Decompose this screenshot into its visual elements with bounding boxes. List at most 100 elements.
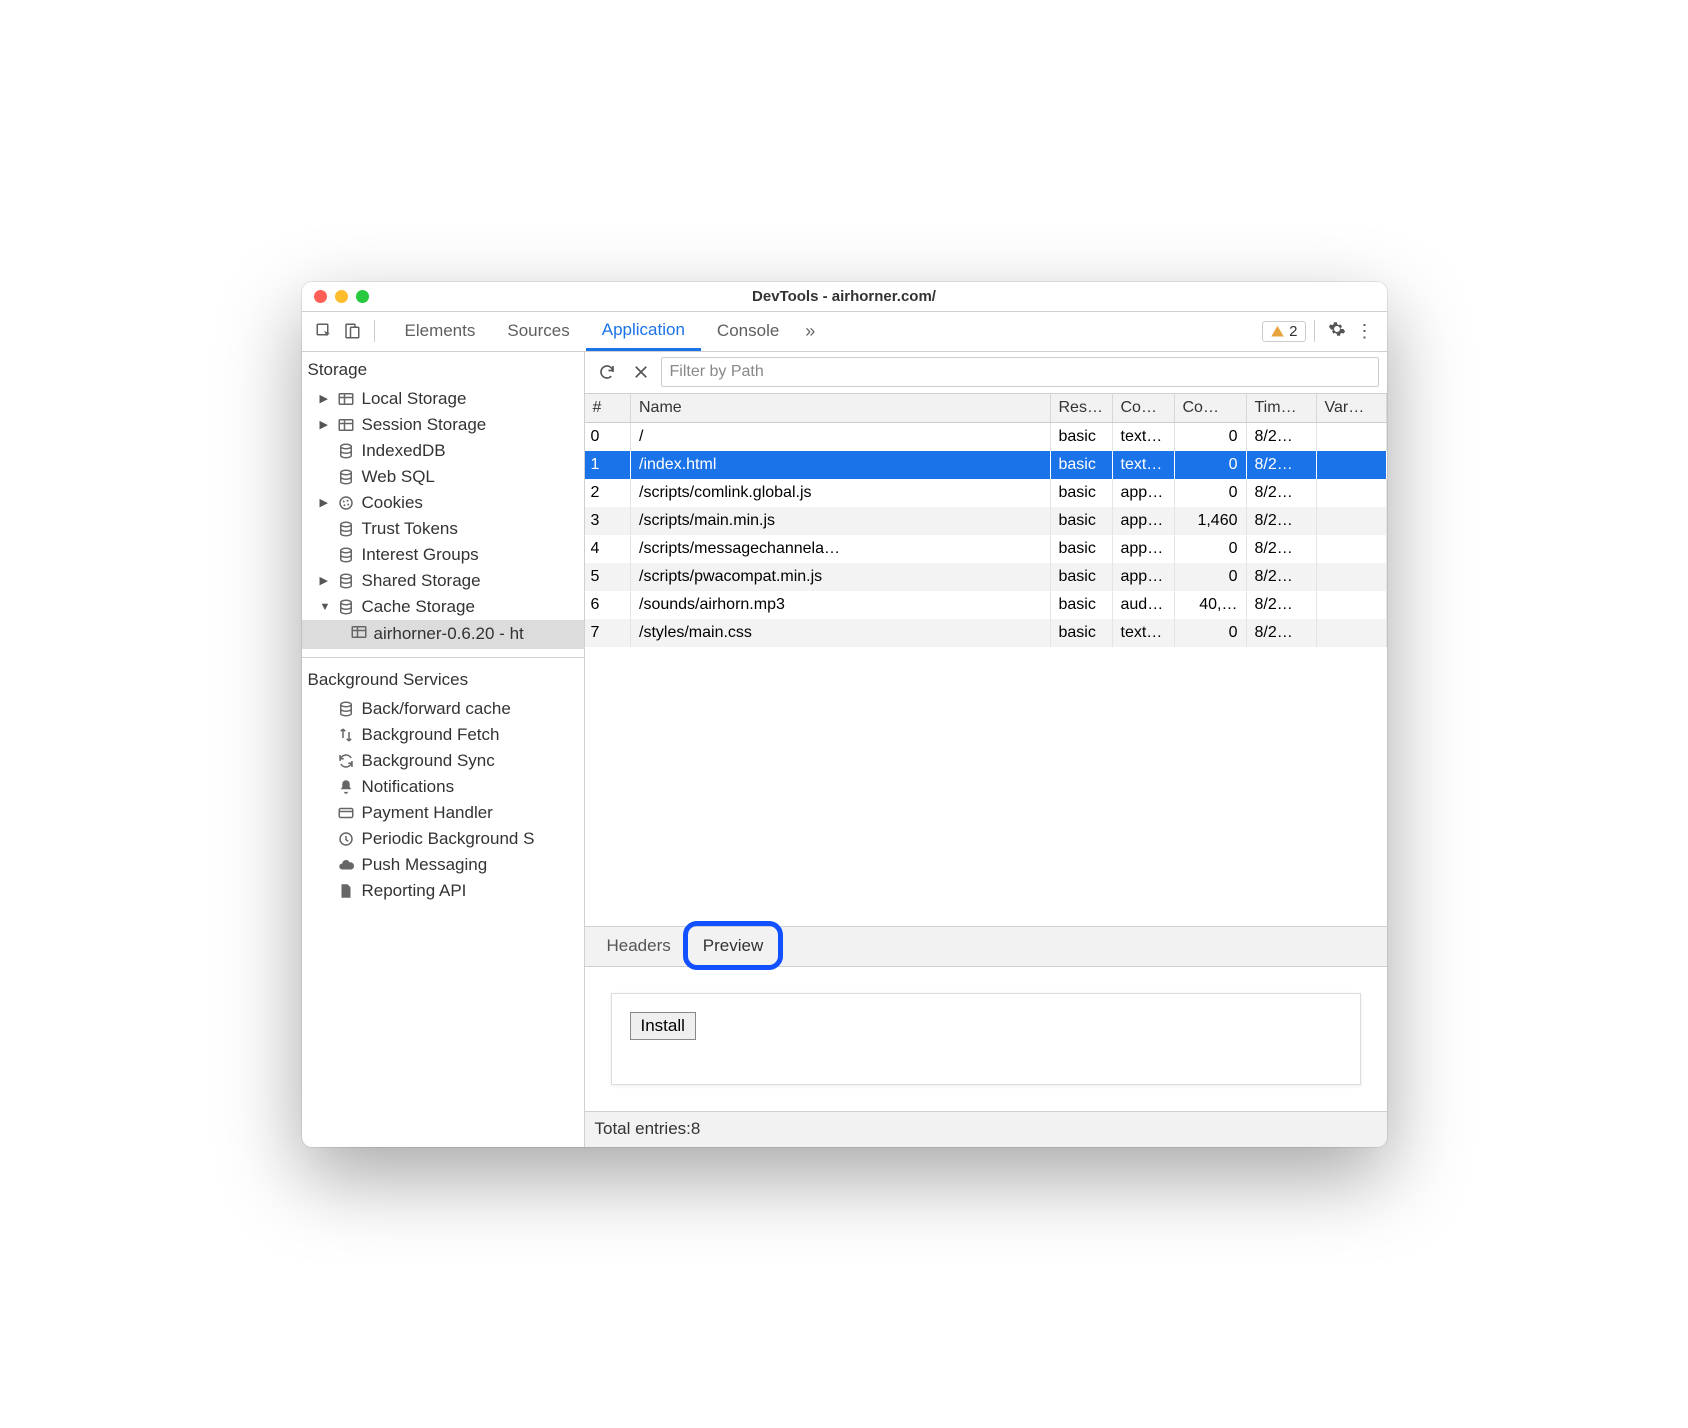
cell-index: 7 (585, 619, 631, 647)
th-name[interactable]: Name (631, 394, 1051, 423)
sidebar-item-payment[interactable]: Payment Handler (302, 800, 584, 826)
toolbar-sep (1314, 320, 1315, 342)
cell-vary (1316, 535, 1386, 563)
detail-tab-headers[interactable]: Headers (593, 927, 685, 966)
sidebar-item-periodic-sync[interactable]: Periodic Background S (302, 826, 584, 852)
sidebar-item-label: Session Storage (362, 415, 487, 435)
sidebar-item-label: Periodic Background S (362, 829, 535, 849)
cell-name: / (631, 422, 1051, 451)
settings-icon[interactable] (1323, 320, 1351, 343)
inspect-element-icon[interactable] (310, 317, 338, 345)
th-time-cached[interactable]: Tim… (1246, 394, 1316, 423)
clear-icon[interactable] (627, 358, 655, 386)
table-row[interactable]: 6/sounds/airhorn.mp3basicaud…40,…8/2… (585, 591, 1387, 619)
warnings-count: 2 (1289, 323, 1297, 340)
cell-len: 1,460 (1174, 507, 1246, 535)
sidebar-item-notifications[interactable]: Notifications (302, 774, 584, 800)
zoom-icon[interactable] (356, 290, 369, 303)
sidebar-item-push[interactable]: Push Messaging (302, 852, 584, 878)
cell-cont: app… (1112, 563, 1174, 591)
sidebar-item-trust-tokens[interactable]: Trust Tokens (302, 516, 584, 542)
database-icon (336, 571, 356, 591)
cache-entries-table: # Name Res… Co… Co… Tim… Var… 0/basictex… (585, 394, 1387, 647)
th-vary-header[interactable]: Var… (1316, 394, 1386, 423)
table-row[interactable]: 4/scripts/messagechannela…basicapp…08/2… (585, 535, 1387, 563)
sidebar-item-bfcache[interactable]: Back/forward cache (302, 696, 584, 722)
cell-time: 8/2… (1246, 563, 1316, 591)
cell-vary (1316, 619, 1386, 647)
sidebar-item-bg-fetch[interactable]: Background Fetch (302, 722, 584, 748)
sidebar-subitem-cache-airhorner[interactable]: airhorner-0.6.20 - ht (302, 620, 584, 649)
cell-cont: app… (1112, 479, 1174, 507)
caret-icon: ▶ (320, 496, 330, 509)
database-icon (336, 699, 356, 719)
filter-input[interactable] (661, 357, 1379, 387)
tab-console[interactable]: Console (701, 312, 795, 351)
sidebar-item-shared-storage[interactable]: ▶Shared Storage (302, 568, 584, 594)
table-row[interactable]: 0/basictext…08/2… (585, 422, 1387, 451)
table-row[interactable]: 1/index.htmlbasictext…08/2… (585, 451, 1387, 479)
cell-name: /scripts/pwacompat.min.js (631, 563, 1051, 591)
cell-time: 8/2… (1246, 591, 1316, 619)
sidebar-item-label: Shared Storage (362, 571, 481, 591)
cell-resp: basic (1050, 535, 1112, 563)
bgservices-group-title: Background Services (302, 666, 584, 696)
cell-time: 8/2… (1246, 619, 1316, 647)
sidebar-item-label: Web SQL (362, 467, 435, 487)
th-content-length[interactable]: Co… (1174, 394, 1246, 423)
cell-cont: app… (1112, 507, 1174, 535)
close-icon[interactable] (314, 290, 327, 303)
sidebar-item-reporting[interactable]: Reporting API (302, 878, 584, 904)
more-tabs-button[interactable]: » (795, 321, 825, 342)
table-icon (350, 623, 368, 646)
reload-icon[interactable] (593, 358, 621, 386)
cell-resp: basic (1050, 591, 1112, 619)
footer-bar: Total entries: 8 (585, 1111, 1387, 1147)
sidebar-item-cookies[interactable]: ▶ Cookies (302, 490, 584, 516)
sidebar-item-websql[interactable]: Web SQL (302, 464, 584, 490)
cell-index: 5 (585, 563, 631, 591)
table-row[interactable]: 3/scripts/main.min.jsbasicapp…1,4608/2… (585, 507, 1387, 535)
minimize-icon[interactable] (335, 290, 348, 303)
cell-len: 0 (1174, 479, 1246, 507)
preview-area: Install (585, 967, 1387, 1111)
more-options-icon[interactable]: ⋮ (1351, 321, 1379, 342)
sidebar-item-label: Background Sync (362, 751, 495, 771)
sidebar-item-interest-groups[interactable]: Interest Groups (302, 542, 584, 568)
sidebar-item-indexeddb[interactable]: IndexedDB (302, 438, 584, 464)
cell-index: 3 (585, 507, 631, 535)
th-index[interactable]: # (585, 394, 631, 423)
sidebar-item-cache-storage[interactable]: ▼Cache Storage (302, 594, 584, 620)
th-response-type[interactable]: Res… (1050, 394, 1112, 423)
titlebar: DevTools - airhorner.com/ (302, 282, 1387, 312)
device-toggle-icon[interactable] (338, 317, 366, 345)
tab-elements[interactable]: Elements (389, 312, 492, 351)
sidebar-item-label: Trust Tokens (362, 519, 458, 539)
sidebar-item-label: Local Storage (362, 389, 467, 409)
table-row[interactable]: 7/styles/main.cssbasictext…08/2… (585, 619, 1387, 647)
cloud-icon (336, 855, 356, 875)
transfer-icon (336, 725, 356, 745)
window-title: DevTools - airhorner.com/ (302, 288, 1387, 305)
install-button[interactable]: Install (630, 1012, 696, 1040)
cell-cont: text… (1112, 619, 1174, 647)
warnings-chip[interactable]: 2 (1262, 321, 1305, 342)
table-row[interactable]: 2/scripts/comlink.global.jsbasicapp…08/2… (585, 479, 1387, 507)
cell-index: 2 (585, 479, 631, 507)
sidebar-item-label: airhorner-0.6.20 - ht (374, 624, 524, 644)
table-row[interactable]: 5/scripts/pwacompat.min.jsbasicapp…08/2… (585, 563, 1387, 591)
sidebar-item-session-storage[interactable]: ▶Session Storage (302, 412, 584, 438)
cell-len: 40,… (1174, 591, 1246, 619)
tab-sources[interactable]: Sources (491, 312, 585, 351)
tab-application[interactable]: Application (586, 312, 701, 351)
th-content-type[interactable]: Co… (1112, 394, 1174, 423)
cell-vary (1316, 451, 1386, 479)
detail-tab-preview[interactable]: Preview (689, 927, 777, 966)
bell-icon (336, 777, 356, 797)
sidebar-item-label: Background Fetch (362, 725, 500, 745)
cell-name: /scripts/main.min.js (631, 507, 1051, 535)
sidebar-item-local-storage[interactable]: ▶Local Storage (302, 386, 584, 412)
sidebar-item-label: Cookies (362, 493, 423, 513)
sidebar-item-bg-sync[interactable]: Background Sync (302, 748, 584, 774)
cell-cont: text… (1112, 422, 1174, 451)
